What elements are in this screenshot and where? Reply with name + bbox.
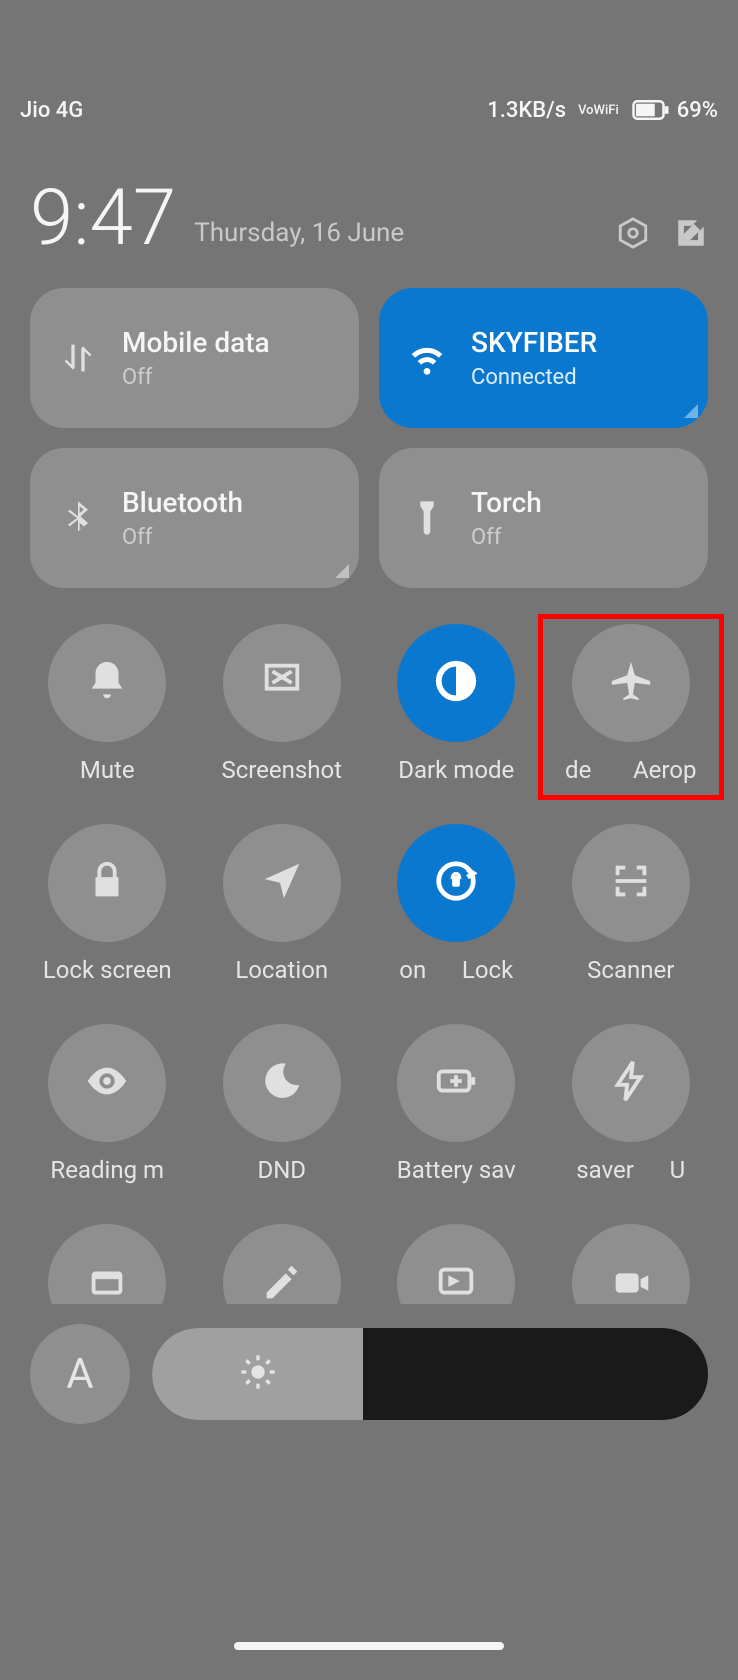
lock-screen-label: Lock screen [43, 956, 172, 984]
dnd-toggle[interactable]: DND [195, 1024, 370, 1224]
bluetooth-tile[interactable]: Bluetooth Off [30, 448, 359, 588]
reading-mode-label: Reading m [50, 1156, 164, 1184]
battery-icon [631, 100, 671, 120]
scanner-label: Scanner [587, 956, 674, 984]
location-toggle[interactable]: Location [195, 824, 370, 1024]
bell-icon [84, 658, 130, 708]
screenshot-toggle[interactable]: Screenshot [195, 624, 370, 824]
bluetooth-title: Bluetooth [122, 486, 243, 519]
orientation-lock-label: on Lock [399, 956, 513, 984]
dark-mode-icon [433, 658, 479, 708]
scissors-icon [259, 658, 305, 708]
bolt-icon [608, 1058, 654, 1108]
mobile-data-tile[interactable]: Mobile data Off [30, 288, 359, 428]
rotation-lock-icon [433, 858, 479, 908]
torch-title: Torch [471, 486, 542, 519]
wifi-sub: Connected [471, 365, 597, 390]
data-rate-label: 1.3KB/s [487, 98, 566, 123]
brightness-row: A [0, 1304, 738, 1424]
auto-brightness-button[interactable]: A [30, 1324, 130, 1424]
mute-toggle[interactable]: Mute [20, 624, 195, 824]
record-toggle[interactable] [572, 1224, 690, 1304]
dark-mode-label: Dark mode [398, 756, 514, 784]
moon-icon [259, 1058, 305, 1108]
bluetooth-sub: Off [122, 525, 243, 550]
ultra-saver-toggle[interactable]: saver U [544, 1024, 719, 1224]
main-tiles: Mobile data Off SKYFIBER Connected Bluet… [0, 268, 738, 588]
lock-icon [84, 858, 130, 908]
vowifi-label: VoWiFi [578, 104, 619, 117]
mute-label: Mute [80, 756, 135, 784]
location-label: Location [235, 956, 328, 984]
scanner-icon [608, 858, 654, 908]
battery-saver-label: Battery sav [397, 1156, 516, 1184]
cast-toggle[interactable] [397, 1224, 515, 1304]
carrier-label: Jio 4G [20, 98, 83, 123]
orientation-lock-toggle[interactable]: on Lock [369, 824, 544, 1024]
lock-screen-toggle[interactable]: Lock screen [20, 824, 195, 1024]
mobile-data-title: Mobile data [122, 326, 270, 359]
mobile-data-icon [54, 334, 102, 382]
auto-brightness-label: A [66, 1350, 93, 1399]
battery-saver-toggle[interactable]: Battery sav [369, 1024, 544, 1224]
airplane-toggle[interactable]: de Aerop [544, 624, 719, 824]
dnd-label: DND [257, 1156, 306, 1184]
clock: 9:47 [30, 180, 176, 258]
edit-toggle[interactable] [223, 1224, 341, 1304]
bluetooth-icon [54, 494, 102, 542]
ultra-saver-label: saver U [576, 1156, 685, 1184]
dark-mode-toggle[interactable]: Dark mode [369, 624, 544, 824]
status-right: 1.3KB/s VoWiFi 69% [487, 98, 718, 123]
partial-toggle-row [0, 1224, 738, 1304]
eye-icon [84, 1058, 130, 1108]
battery-plus-icon [433, 1058, 479, 1108]
screenshot-label: Screenshot [221, 756, 342, 784]
home-indicator[interactable] [234, 1642, 504, 1650]
torch-tile[interactable]: Torch Off [379, 448, 708, 588]
expand-corner-icon [335, 564, 349, 578]
round-toggles-grid: Mute Screenshot Dark mode de Aerop Lock … [0, 588, 738, 1224]
scanner-toggle[interactable]: Scanner [544, 824, 719, 1024]
status-bar: Jio 4G 1.3KB/s VoWiFi 69% [0, 80, 738, 140]
wifi-tile[interactable]: SKYFIBER Connected [379, 288, 708, 428]
reading-mode-toggle[interactable]: Reading m [20, 1024, 195, 1224]
edit-icon[interactable] [674, 216, 708, 254]
floating-window-toggle[interactable] [48, 1224, 166, 1304]
expand-corner-icon [684, 404, 698, 418]
torch-icon [403, 494, 451, 542]
location-icon [259, 858, 305, 908]
brightness-fill [152, 1328, 363, 1420]
brightness-slider[interactable] [152, 1328, 708, 1420]
wifi-title: SKYFIBER [471, 326, 597, 359]
panel-header: 9:47 Thursday, 16 June [0, 140, 738, 268]
battery-percent-label: 69% [677, 98, 718, 123]
date: Thursday, 16 June [194, 218, 404, 258]
torch-sub: Off [471, 525, 542, 550]
mobile-data-sub: Off [122, 365, 270, 390]
wifi-tile-icon [403, 334, 451, 382]
airplane-icon [608, 658, 654, 708]
airplane-label: de Aerop [565, 756, 696, 784]
settings-icon[interactable] [616, 216, 650, 254]
sun-icon [238, 1352, 278, 1396]
